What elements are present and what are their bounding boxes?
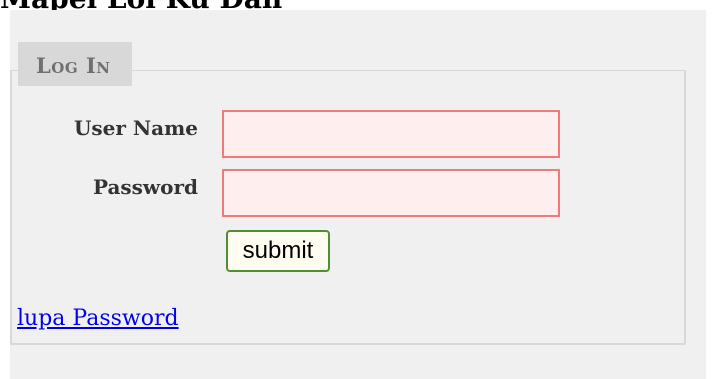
password-input[interactable]: [222, 169, 560, 217]
submit-button[interactable]: submit: [226, 230, 330, 272]
login-legend: Log In: [18, 42, 132, 86]
forgot-password-link[interactable]: lupa Password: [17, 306, 179, 331]
username-input[interactable]: [222, 110, 560, 158]
username-label: User Name: [73, 116, 198, 140]
password-label: Password: [92, 175, 198, 199]
